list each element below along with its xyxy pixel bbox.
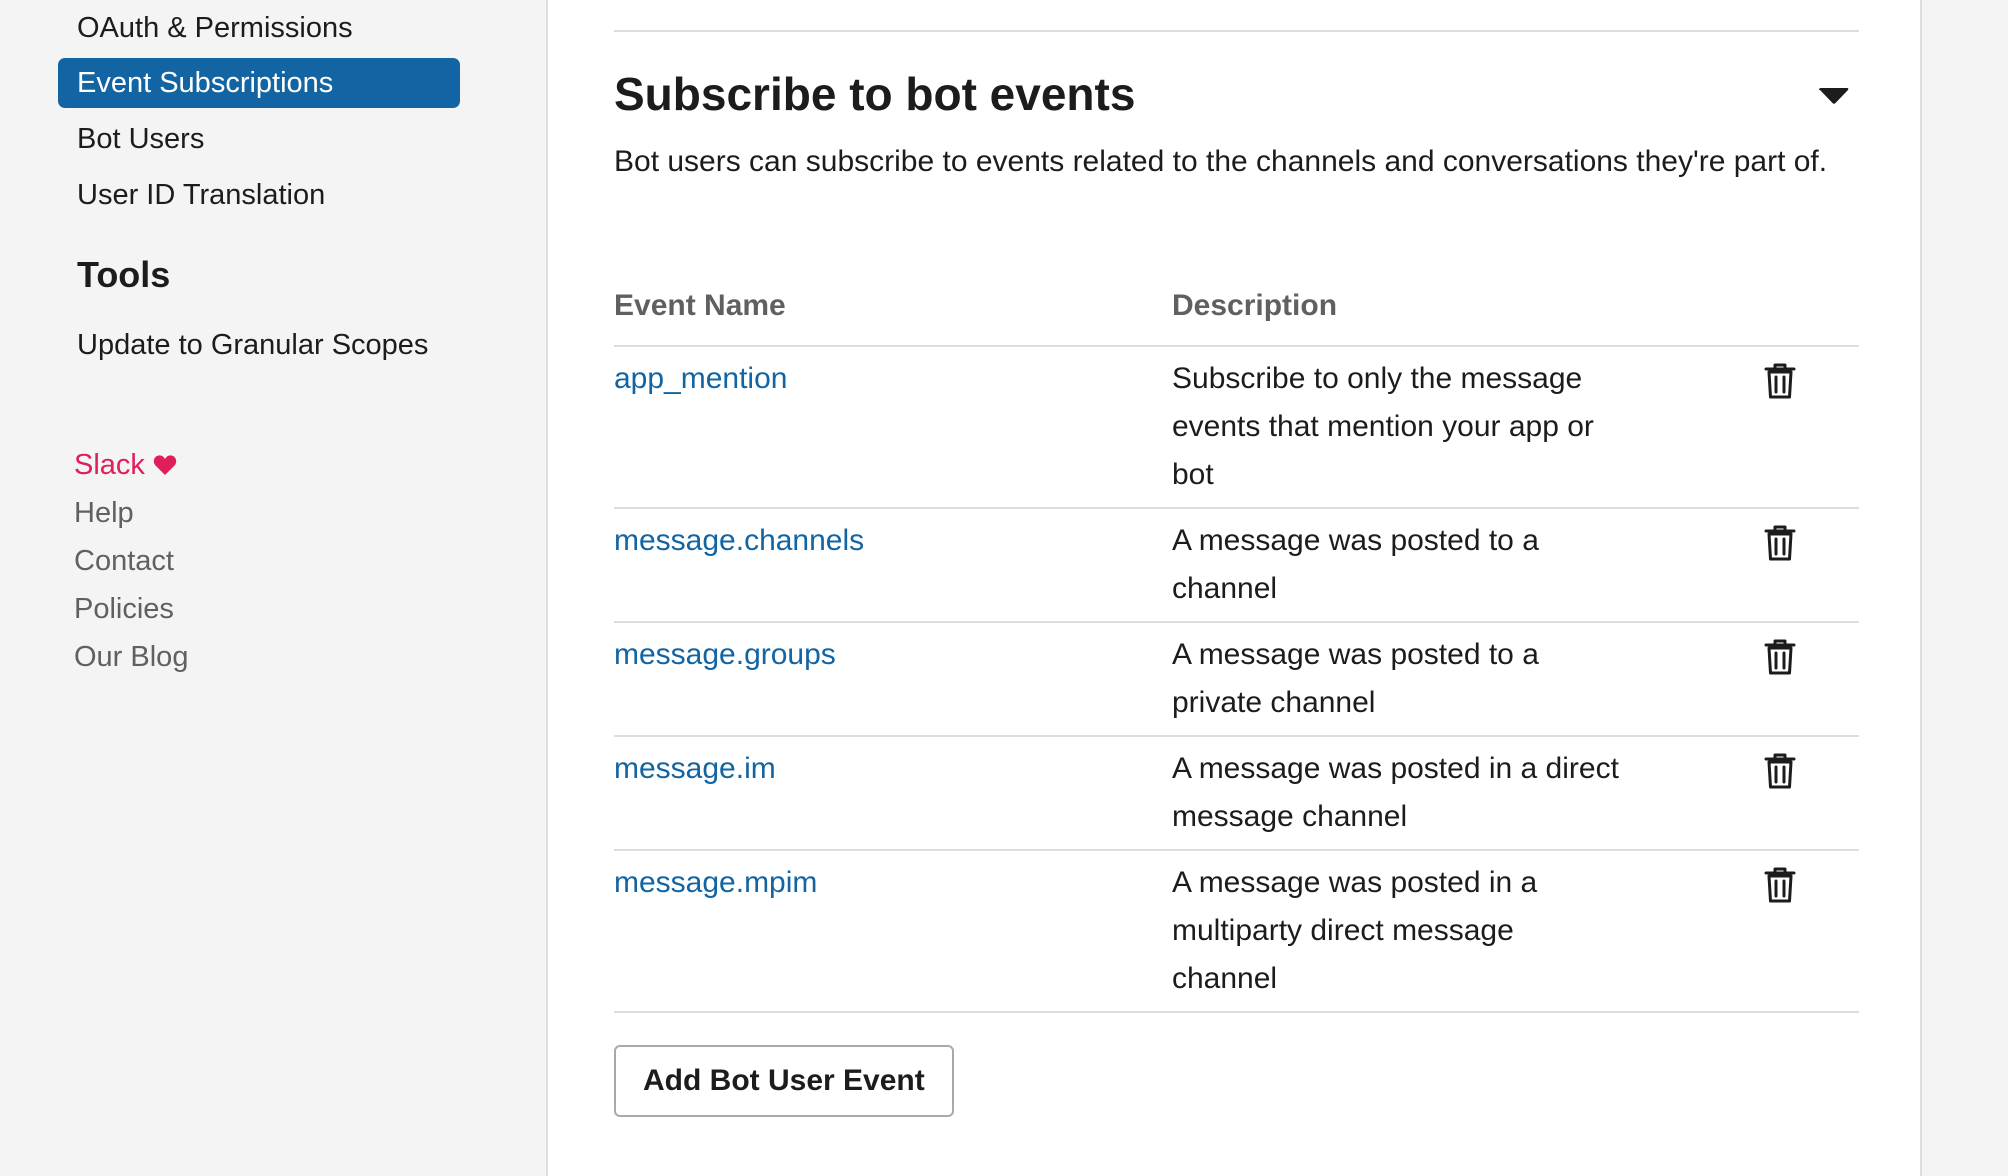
- section-description: Bot users can subscribe to events relate…: [614, 145, 1828, 178]
- column-header-event-name: Event Name: [614, 289, 786, 322]
- sidebar-item-oauth-permissions[interactable]: OAuth & Permissions: [58, 3, 460, 53]
- table-row: message.groups A message was posted to a…: [614, 623, 1859, 737]
- footer-link-slack[interactable]: Slack: [74, 442, 177, 490]
- event-description: A message was posted to a channel: [1172, 524, 1539, 605]
- event-name-link[interactable]: message.im: [614, 745, 776, 793]
- caret-down-icon[interactable]: [1816, 84, 1852, 110]
- section-title: Subscribe to bot events: [614, 68, 1136, 120]
- divider: [614, 30, 1859, 32]
- event-description: A message was posted in a direct message…: [1172, 752, 1619, 833]
- trash-icon[interactable]: [1762, 362, 1798, 400]
- table-row: app_mention Subscribe to only the messag…: [614, 347, 1859, 509]
- event-description: A message was posted in a multiparty dir…: [1172, 866, 1538, 995]
- sidebar: OAuth & Permissions Event Subscriptions …: [0, 0, 546, 1176]
- trash-icon[interactable]: [1762, 752, 1798, 790]
- tools-heading: Tools: [77, 254, 171, 295]
- event-description: A message was posted to a private channe…: [1172, 638, 1539, 719]
- footer-link-our-blog[interactable]: Our Blog: [74, 634, 188, 680]
- sidebar-item-bot-users[interactable]: Bot Users: [58, 114, 460, 164]
- sidebar-item-event-subscriptions[interactable]: Event Subscriptions: [58, 58, 460, 108]
- table-row: message.mpim A message was posted in a m…: [614, 851, 1859, 1013]
- column-header-description: Description: [1172, 289, 1338, 322]
- main-panel: Subscribe to bot events Bot users can su…: [546, 0, 1922, 1176]
- heart-icon: [153, 444, 177, 490]
- event-name-link[interactable]: message.groups: [614, 631, 836, 679]
- footer-link-policies[interactable]: Policies: [74, 586, 174, 632]
- table-row: message.im A message was posted in a dir…: [614, 737, 1859, 851]
- event-description: Subscribe to only the message events tha…: [1172, 362, 1594, 491]
- sidebar-item-update-granular-scopes[interactable]: Update to Granular Scopes: [58, 320, 460, 370]
- trash-icon[interactable]: [1762, 524, 1798, 562]
- event-name-link[interactable]: message.mpim: [614, 859, 817, 907]
- footer-link-contact[interactable]: Contact: [74, 538, 174, 584]
- event-name-link[interactable]: message.channels: [614, 517, 864, 565]
- table-row: message.channels A message was posted to…: [614, 509, 1859, 623]
- event-name-link[interactable]: app_mention: [614, 355, 787, 403]
- trash-icon[interactable]: [1762, 866, 1798, 904]
- add-bot-user-event-button[interactable]: Add Bot User Event: [614, 1045, 954, 1117]
- trash-icon[interactable]: [1762, 638, 1798, 676]
- footer-link-help[interactable]: Help: [74, 490, 134, 536]
- footer-link-slack-label: Slack: [74, 449, 145, 481]
- sidebar-item-user-id-translation[interactable]: User ID Translation: [58, 170, 460, 220]
